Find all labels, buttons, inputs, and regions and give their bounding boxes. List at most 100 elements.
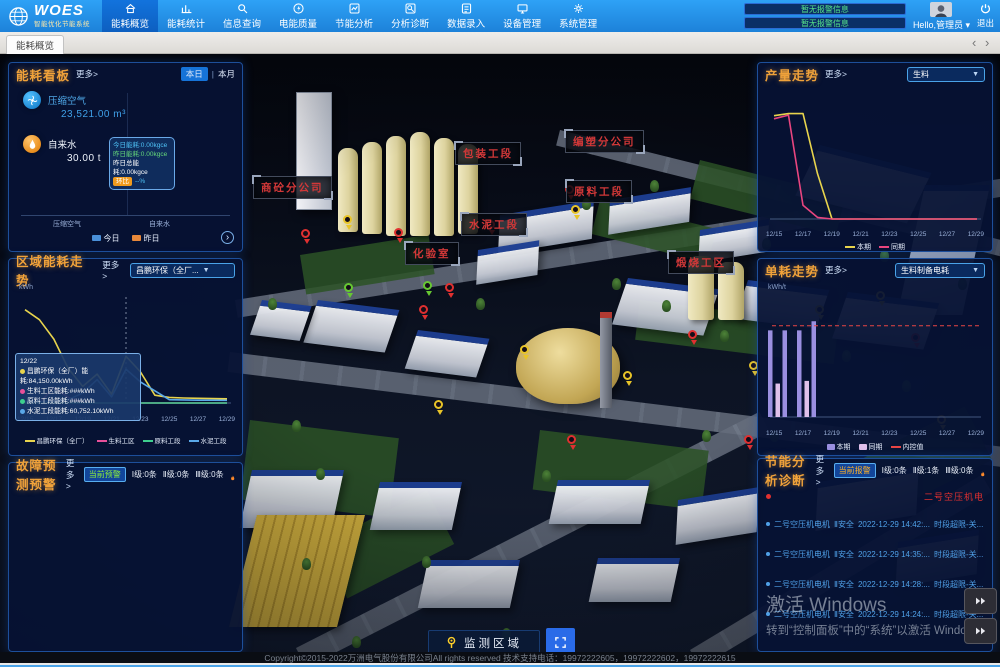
logout-button[interactable]: 退出 — [977, 3, 996, 29]
tab-energy-overview[interactable]: 能耗概览 — [6, 35, 64, 54]
more-link[interactable]: 更多> — [825, 68, 847, 80]
copyright-bar: Copyright©2015-2022万洲电气股份有限公司All rights … — [0, 652, 1000, 663]
map-pin-green[interactable] — [423, 281, 432, 290]
nav-item-5[interactable]: 节能分析 — [326, 0, 382, 32]
map-label: 包装工段 — [455, 142, 521, 165]
more-link[interactable]: 更多> — [825, 264, 847, 276]
logo-subtitle: 智能优化节能系统 — [34, 18, 90, 28]
panel-title: 单耗走势 — [765, 261, 819, 280]
alarm-desc: 时段超限-关... — [934, 519, 983, 530]
map-structure — [410, 132, 430, 236]
chevron-down-icon: ▼ — [203, 267, 210, 274]
alarm-level: Ⅱ安全 — [834, 609, 854, 620]
map-tree — [702, 430, 711, 442]
alarm-row[interactable]: 二号空压机电机Ⅱ安全2022-12-29 14:28:...时段超限-关... — [766, 569, 986, 599]
map-pin-red[interactable] — [445, 283, 454, 292]
toggle-day[interactable]: 本日 — [181, 67, 208, 81]
alarm-row[interactable]: 二号空压机电机Ⅱ安全2022-12-29 14:24:...时段超限-关... — [766, 599, 986, 629]
globe-icon — [8, 6, 29, 27]
map-structure — [589, 558, 680, 602]
x-tick: 12/19 — [824, 231, 840, 238]
tooltip-series-1: 昌鹏环保（全厂）能耗:84,150.00kWh — [20, 367, 136, 387]
data-entry-icon — [460, 2, 473, 15]
nav-item-8[interactable]: 设备管理 — [494, 0, 550, 32]
nav-item-9[interactable]: 系统管理 — [550, 0, 606, 32]
map-pin-red[interactable] — [688, 330, 697, 339]
legend-item: 生料工区 — [97, 435, 135, 445]
tab-scroll-right[interactable]: › — [985, 34, 989, 52]
alarm-level: Ⅱ安全 — [834, 579, 854, 590]
alert-banners: 暂无报警信息 暂无报警信息 — [744, 3, 906, 29]
user-greeting[interactable]: Hello,管理员 ▾ — [913, 18, 970, 31]
map-pin-green[interactable] — [344, 283, 353, 292]
more-link[interactable]: 更多> — [66, 457, 78, 491]
unit-consumption-header: 单耗走势 更多> 生料制备电耗 ▼ — [758, 259, 992, 281]
level1-count: Ⅰ级:0条 — [882, 465, 907, 476]
map-tree — [268, 298, 277, 310]
nav-item-6[interactable]: 分析诊断 — [382, 0, 438, 32]
map-pin-yellow[interactable] — [343, 215, 352, 224]
nav-item-4[interactable]: 电能质量 — [270, 0, 326, 32]
y-axis-label: kWh/t — [768, 284, 786, 291]
nav-item-label: 能耗概览 — [111, 16, 149, 30]
copyright-text: Copyright©2015-2022万洲电气股份有限公司All rights … — [264, 652, 735, 664]
system-icon — [572, 2, 585, 15]
map-pin-red[interactable] — [744, 435, 753, 444]
more-link[interactable]: 更多> — [102, 259, 124, 281]
map-tree — [352, 636, 361, 648]
tooltip-yesterday: 昨日能耗:0.00kgce — [113, 150, 171, 159]
logo-title: WOES — [34, 4, 90, 18]
x-tick: 12/29 — [219, 416, 235, 423]
carousel-next-button[interactable]: › — [221, 231, 234, 244]
main-menu: 能耗概览能耗统计信息查询电能质量节能分析分析诊断数据录入设备管理系统管理 — [102, 0, 606, 32]
x-tick: 12/27 — [190, 416, 206, 423]
level2-count: Ⅱ级:1条 — [913, 465, 940, 476]
y-axis-label: kWh — [19, 284, 33, 291]
nav-item-7[interactable]: 数据录入 — [438, 0, 494, 32]
diagnosis-header: 节能分析诊断 更多> 当前报警 Ⅰ级:0条 Ⅱ级:1条 Ⅲ级:0条 — [758, 459, 992, 481]
map-pin-red[interactable] — [301, 229, 310, 238]
level1-count: Ⅰ级:0条 — [132, 469, 157, 480]
more-link[interactable]: 更多> — [76, 68, 98, 80]
toggle-month[interactable]: 本月 — [218, 68, 235, 80]
map-pin-yellow[interactable] — [623, 371, 632, 380]
app-window: WOES 智能优化节能系统 能耗概览能耗统计信息查询电能质量节能分析分析诊断数据… — [0, 0, 1000, 667]
level2-count: Ⅱ级:0条 — [163, 469, 190, 480]
production-dropdown[interactable]: 生料 ▼ — [907, 67, 985, 82]
nav-item-3[interactable]: 信息查询 — [214, 0, 270, 32]
legend-item: 原料工段 — [143, 435, 181, 445]
x-tick: 12/25 — [910, 231, 926, 238]
map-pin-yellow[interactable] — [434, 400, 443, 409]
map-pin-red[interactable] — [419, 305, 428, 314]
overlay-button-bottom[interactable] — [964, 618, 997, 644]
more-link[interactable]: 更多> — [816, 453, 828, 487]
region-dropdown-value: 昌鹏环保（全厂... — [136, 265, 199, 276]
unit-dropdown[interactable]: 生料制备电耗 ▼ — [895, 263, 985, 278]
panel-production-trend: 产量走势 更多> 生料 ▼ 12/1512/1712/1912/2112/231… — [757, 62, 993, 252]
map-pin-yellow[interactable] — [571, 205, 580, 214]
alarm-level: Ⅱ安全 — [834, 519, 854, 530]
alarm-row[interactable]: 二号空压机电机Ⅱ安全2022-12-29 14:35:...时段超限-关... — [766, 539, 986, 569]
compressed-air-icon — [23, 91, 41, 109]
water-drop-icon — [23, 135, 41, 153]
alarm-row[interactable]: 二号空压机电机Ⅱ安全2022-12-29 14:42:...时段超限-关... — [766, 509, 986, 539]
avatar — [930, 2, 952, 17]
day-month-toggle: 本日 | 本月 — [181, 67, 235, 81]
region-dropdown[interactable]: 昌鹏环保（全厂... ▼ — [130, 263, 235, 278]
map-pin-yellow[interactable] — [520, 345, 529, 354]
legend-item: 昌鹏环保（全厂） — [25, 435, 89, 445]
production-trend-legend: 本期 同期 — [758, 242, 992, 252]
overlay-button-top[interactable] — [964, 588, 997, 614]
current-alarm-badge: 当前报警 — [834, 463, 876, 478]
user-menu[interactable]: Hello,管理员 ▾ — [913, 2, 970, 31]
map-pin-red[interactable] — [394, 228, 403, 237]
panel-diagnosis: 节能分析诊断 更多> 当前报警 Ⅰ级:0条 Ⅱ级:1条 Ⅲ级:0条 二号空压机电… — [757, 458, 993, 652]
nav-item-1[interactable]: 能耗概览 — [102, 0, 158, 32]
map-pin-red[interactable] — [567, 435, 576, 444]
x-axis-ticks: 12/1512/1712/1912/2112/2312/2512/2712/29 — [766, 430, 984, 437]
map-structure — [229, 515, 365, 627]
map-structure — [418, 560, 520, 608]
diagnosis-icon — [404, 2, 417, 15]
nav-item-2[interactable]: 能耗统计 — [158, 0, 214, 32]
tab-scroll-left[interactable]: ‹ — [972, 34, 976, 52]
